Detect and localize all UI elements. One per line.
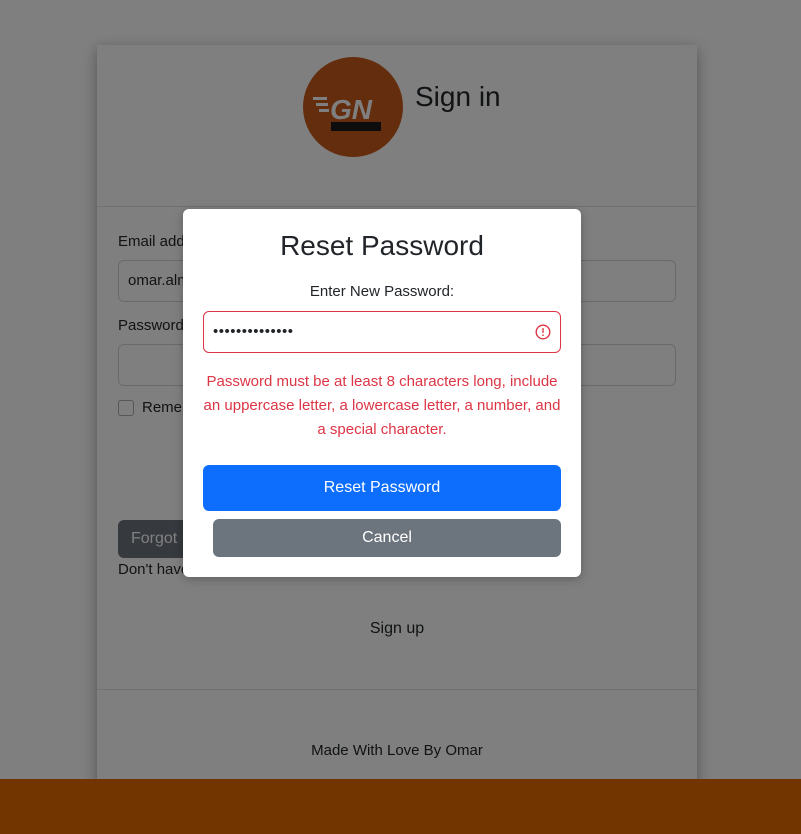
- reset-password-button[interactable]: Reset Password: [203, 465, 561, 511]
- modal-title: Reset Password: [280, 230, 484, 261]
- password-masked-value: ••••••••••••••: [213, 323, 294, 340]
- reset-password-modal: Reset Password Enter New Password: •••••…: [183, 209, 581, 577]
- password-error-message: Password must be at least 8 characters l…: [203, 373, 561, 438]
- new-password-input[interactable]: ••••••••••••••: [203, 311, 561, 353]
- new-password-label: Enter New Password:: [309, 283, 455, 300]
- cancel-button[interactable]: Cancel: [213, 519, 561, 557]
- exclamation-circle-icon: [535, 324, 551, 340]
